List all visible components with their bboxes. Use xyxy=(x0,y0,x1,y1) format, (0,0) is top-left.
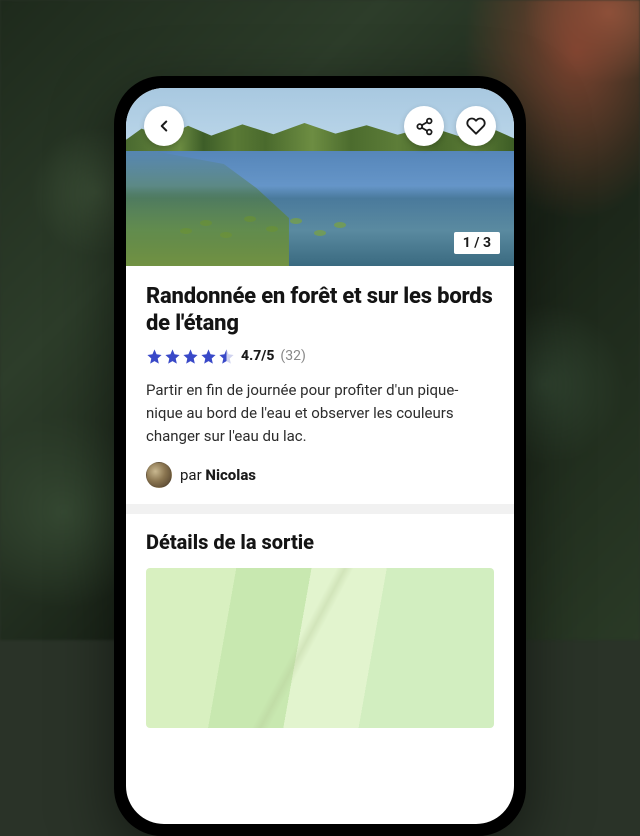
listing-description: Partir en fin de journée pour profiter d… xyxy=(146,379,494,449)
hero-controls xyxy=(144,106,496,146)
star-icon xyxy=(182,348,199,365)
chevron-left-icon xyxy=(155,117,173,135)
details-heading: Détails de la sortie xyxy=(146,530,494,554)
star-half-icon xyxy=(218,348,235,365)
details-section: Détails de la sortie xyxy=(126,514,514,728)
rating-count: (32) xyxy=(280,348,305,364)
star-icon xyxy=(200,348,217,365)
rating-stars xyxy=(146,348,235,365)
author-row[interactable]: par Nicolas xyxy=(146,462,494,488)
hero-image[interactable]: 1 / 3 xyxy=(126,88,514,266)
listing-content: Randonnée en forêt et sur les bords de l… xyxy=(126,266,514,504)
listing-title: Randonnée en forêt et sur les bords de l… xyxy=(146,284,494,338)
rating-value: 4.7/5 xyxy=(241,348,274,364)
favorite-button[interactable] xyxy=(456,106,496,146)
section-divider xyxy=(126,504,514,514)
heart-icon xyxy=(466,116,486,136)
star-icon xyxy=(164,348,181,365)
star-icon xyxy=(146,348,163,365)
phone-frame: 1 / 3 Randonnée en forêt et sur les bord… xyxy=(114,76,526,836)
rating-row[interactable]: 4.7/5 (32) xyxy=(146,348,494,365)
author-name: Nicolas xyxy=(205,466,256,484)
screen: 1 / 3 Randonnée en forêt et sur les bord… xyxy=(126,88,514,824)
author-prefix: par xyxy=(180,466,205,484)
share-icon xyxy=(415,117,434,136)
share-button[interactable] xyxy=(404,106,444,146)
hero-vegetation-decoration xyxy=(176,198,356,248)
image-counter: 1 / 3 xyxy=(454,232,500,254)
back-button[interactable] xyxy=(144,106,184,146)
map-preview[interactable] xyxy=(146,568,494,728)
author-avatar xyxy=(146,462,172,488)
author-text: par Nicolas xyxy=(180,466,256,484)
